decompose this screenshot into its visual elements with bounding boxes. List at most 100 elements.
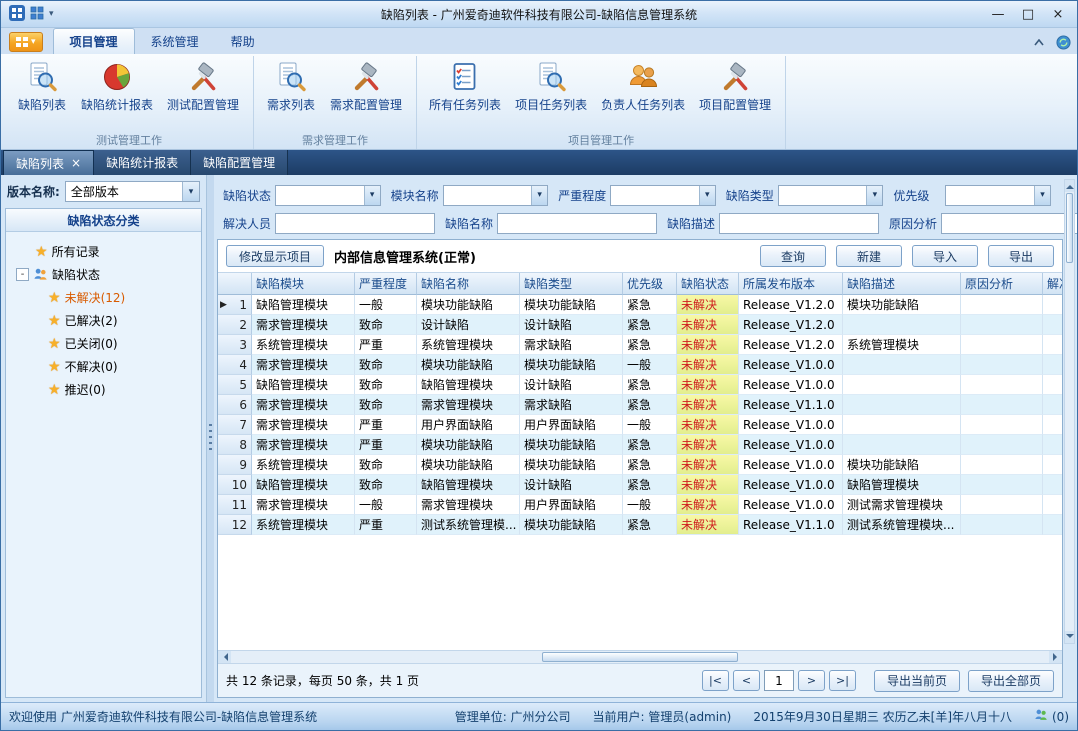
- page-number-input[interactable]: [764, 670, 794, 691]
- table-row[interactable]: 9系统管理模块致命模块功能缺陷模块功能缺陷紧急未解决Release_V1.0.0…: [218, 455, 1062, 475]
- ribbon-button-2-1[interactable]: 项目任务列表: [509, 58, 593, 115]
- filter-input-2[interactable]: [719, 213, 879, 234]
- cell: 一般: [355, 495, 417, 515]
- horizontal-scrollbar[interactable]: [218, 650, 1062, 663]
- ribbon-button-1-1[interactable]: 需求配置管理: [324, 58, 408, 115]
- import-button[interactable]: 导入: [912, 245, 978, 267]
- help-icon[interactable]: [1055, 34, 1071, 50]
- column-header-8[interactable]: 原因分析: [961, 273, 1043, 295]
- close-button[interactable]: ×: [1043, 4, 1073, 24]
- table-row[interactable]: 7需求管理模块严重用户界面缺陷用户界面缺陷一般未解决Release_V1.0.0: [218, 415, 1062, 435]
- collapse-ribbon-icon[interactable]: [1031, 34, 1047, 50]
- doc-tab-0[interactable]: 缺陷列表×: [3, 150, 94, 175]
- table-row[interactable]: 10缺陷管理模块致命缺陷管理模块设计缺陷紧急未解决Release_V1.0.0缺…: [218, 475, 1062, 495]
- filter-select-2[interactable]: ▾: [610, 185, 716, 206]
- splitter-handle[interactable]: [207, 175, 214, 702]
- dropdown-arrow-icon[interactable]: ▾: [531, 186, 547, 205]
- query-button[interactable]: 查询: [760, 245, 826, 267]
- column-header-1[interactable]: 严重程度: [355, 273, 417, 295]
- export-current-page-button[interactable]: 导出当前页: [874, 670, 960, 692]
- table-row[interactable]: 5缺陷管理模块致命缺陷管理模块设计缺陷紧急未解决Release_V1.0.0: [218, 375, 1062, 395]
- doc-tab-2[interactable]: 缺陷配置管理: [191, 150, 288, 175]
- dropdown-arrow-icon[interactable]: ▾: [866, 186, 882, 205]
- dropdown-arrow-icon[interactable]: ▾: [364, 186, 380, 205]
- ribbon-button-0-2[interactable]: 测试配置管理: [161, 58, 245, 115]
- column-header-5[interactable]: 缺陷状态: [677, 273, 739, 295]
- column-header-6[interactable]: 所属发布版本: [739, 273, 843, 295]
- column-header-4[interactable]: 优先级: [623, 273, 677, 295]
- modify-display-button[interactable]: 修改显示项目: [226, 245, 324, 267]
- table-row[interactable]: 3系统管理模块严重系统管理模块需求缺陷紧急未解决Release_V1.2.0系统…: [218, 335, 1062, 355]
- grid-icon[interactable]: [30, 6, 44, 23]
- ribbon-button-2-2[interactable]: 负责人任务列表: [595, 58, 691, 115]
- first-page-button[interactable]: |<: [702, 670, 729, 691]
- filter-input-1[interactable]: [497, 213, 657, 234]
- doc-tab-1[interactable]: 缺陷统计报表: [94, 150, 191, 175]
- export-button[interactable]: 导出: [988, 245, 1054, 267]
- ribbon-tab-1[interactable]: 系统管理: [135, 29, 215, 54]
- close-tab-icon[interactable]: ×: [71, 156, 81, 170]
- ribbon-tab-2[interactable]: 帮助: [215, 29, 271, 54]
- filter-select-3[interactable]: ▾: [778, 185, 884, 206]
- filter-select-0[interactable]: ▾: [275, 185, 381, 206]
- vertical-scroll-thumb[interactable]: [1066, 193, 1073, 263]
- qat-dropdown-icon[interactable]: ▾: [49, 9, 54, 19]
- prev-page-button[interactable]: <: [733, 670, 760, 691]
- scroll-left-icon[interactable]: [218, 651, 231, 663]
- table-row[interactable]: 8需求管理模块严重模块功能缺陷模块功能缺陷紧急未解决Release_V1.0.0: [218, 435, 1062, 455]
- minimize-button[interactable]: —: [983, 4, 1013, 24]
- dropdown-arrow-icon[interactable]: ▾: [699, 186, 715, 205]
- last-page-button[interactable]: >|: [829, 670, 856, 691]
- vertical-scrollbar[interactable]: [1064, 179, 1075, 644]
- ribbon-tab-0[interactable]: 项目管理: [53, 28, 135, 54]
- row-indicator: 6: [218, 395, 252, 415]
- dropdown-arrow-icon[interactable]: ▾: [1034, 186, 1050, 205]
- table-row[interactable]: 11需求管理模块一般需求管理模块用户界面缺陷一般未解决Release_V1.0.…: [218, 495, 1062, 515]
- ribbon-button-0-0[interactable]: 缺陷列表: [11, 58, 73, 115]
- filter-select-1[interactable]: ▾: [443, 185, 549, 206]
- scroll-up-icon[interactable]: [1065, 180, 1074, 192]
- column-header-0[interactable]: 缺陷模块: [252, 273, 355, 295]
- cell: 模块功能缺陷: [520, 515, 623, 535]
- scroll-right-icon[interactable]: [1049, 651, 1062, 663]
- cell: 模块功能缺陷: [417, 435, 520, 455]
- ribbon-button-2-0[interactable]: 所有任务列表: [423, 58, 507, 115]
- column-header-2[interactable]: 缺陷名称: [417, 273, 520, 295]
- ribbon-button-0-1[interactable]: 缺陷统计报表: [75, 58, 159, 115]
- status-bar: 欢迎使用 广州爱奇迪软件科技有限公司-缺陷信息管理系统 管理单位: 广州分公司 …: [1, 702, 1077, 730]
- new-button[interactable]: 新建: [836, 245, 902, 267]
- cell: 紧急: [623, 515, 677, 535]
- column-header-9[interactable]: 解决: [1043, 273, 1062, 295]
- tree-item-5[interactable]: ★不解决(0): [6, 355, 201, 378]
- tree-item-2[interactable]: ★未解决(12): [6, 286, 201, 309]
- table-row[interactable]: ▶1缺陷管理模块一般模块功能缺陷模块功能缺陷紧急未解决Release_V1.2.…: [218, 295, 1062, 315]
- cell: 缺陷管理模块: [252, 295, 355, 315]
- filter-input-0[interactable]: [275, 213, 435, 234]
- dropdown-arrow-icon[interactable]: ▾: [182, 182, 199, 201]
- maximize-button[interactable]: □: [1013, 4, 1043, 24]
- tree-item-3[interactable]: ★已解决(2): [6, 309, 201, 332]
- cell: [1043, 335, 1062, 355]
- ribbon-button-1-0[interactable]: 需求列表: [260, 58, 322, 115]
- table-row[interactable]: 4需求管理模块致命模块功能缺陷模块功能缺陷一般未解决Release_V1.0.0: [218, 355, 1062, 375]
- next-page-button[interactable]: >: [798, 670, 825, 691]
- scroll-down-icon[interactable]: [1065, 631, 1074, 643]
- tree-item-4[interactable]: ★已关闭(0): [6, 332, 201, 355]
- app-menu-button[interactable]: ▾: [9, 32, 43, 52]
- cell: 严重: [355, 435, 417, 455]
- ribbon-button-2-3[interactable]: 项目配置管理: [693, 58, 777, 115]
- table-row[interactable]: 12系统管理模块严重测试系统管理模...模块功能缺陷紧急未解决Release_V…: [218, 515, 1062, 535]
- filter-select-4[interactable]: ▾: [945, 185, 1051, 206]
- tree-expand-icon[interactable]: -: [16, 268, 29, 281]
- horizontal-scroll-thumb[interactable]: [542, 652, 738, 662]
- tree-item-0[interactable]: ★所有记录: [6, 240, 201, 263]
- export-all-pages-button[interactable]: 导出全部页: [968, 670, 1054, 692]
- column-header-3[interactable]: 缺陷类型: [520, 273, 623, 295]
- table-row[interactable]: 6需求管理模块致命需求管理模块需求缺陷紧急未解决Release_V1.1.0: [218, 395, 1062, 415]
- tree-item-6[interactable]: ★推迟(0): [6, 378, 201, 401]
- tree-item-1[interactable]: -缺陷状态: [6, 263, 201, 286]
- table-row[interactable]: 2需求管理模块致命设计缺陷设计缺陷紧急未解决Release_V1.2.0: [218, 315, 1062, 335]
- column-header-7[interactable]: 缺陷描述: [843, 273, 961, 295]
- filter-input-3[interactable]: [941, 213, 1077, 234]
- version-select[interactable]: 全部版本 ▾: [65, 181, 200, 202]
